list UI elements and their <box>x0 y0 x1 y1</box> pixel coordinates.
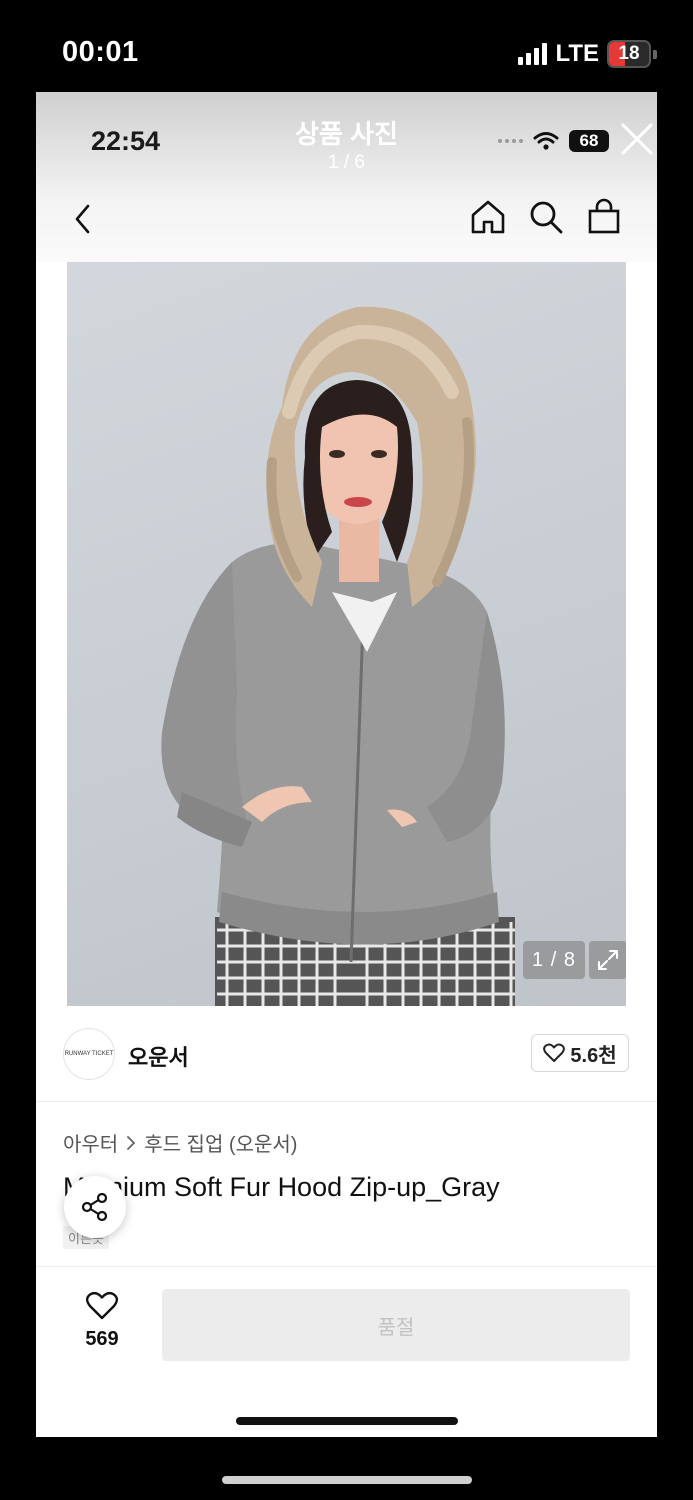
product-photo[interactable]: 1 / 8 <box>67 262 626 1006</box>
signal-icon <box>518 43 548 65</box>
wishlist-count: 569 <box>85 1328 119 1350</box>
soldout-button[interactable]: 품절 <box>162 1289 630 1361</box>
wifi-icon <box>533 132 559 150</box>
breadcrumb-category[interactable]: 아우터 <box>63 1128 118 1157</box>
breadcrumb: 아우터 후드 집업 (오운서) <box>63 1128 297 1157</box>
breadcrumb-subcategory[interactable]: 후드 집업 (오운서) <box>144 1128 297 1157</box>
product-screen: 22:54 상품 사진 1 / 6 68 1 / 8 RUNWAY TICKET… <box>36 92 657 1437</box>
chevron-right-icon <box>127 1135 136 1150</box>
seller-row: RUNWAY TICKET 오운서 5.6천 <box>36 1006 657 1102</box>
seller-name[interactable]: 오운서 <box>128 1040 189 1072</box>
bottom-purchase-bar: 569 품절 <box>36 1266 657 1437</box>
seller-like-count: 5.6천 <box>570 1044 617 1067</box>
shopping-bag-icon[interactable] <box>585 198 623 236</box>
battery-icon: 18 <box>607 40 651 68</box>
app-navbar <box>36 192 657 252</box>
share-icon <box>81 1192 108 1222</box>
outer-status-bar: 00:01 LTE 18 <box>0 0 693 92</box>
close-icon[interactable] <box>620 122 654 156</box>
outer-status-icons: LTE 18 <box>518 38 657 70</box>
viewer-counter: 1 / 6 <box>328 152 365 173</box>
home-indicator <box>236 1417 458 1425</box>
product-photo-image <box>161 306 515 1006</box>
chevron-left-icon[interactable] <box>72 202 94 236</box>
viewer-header: 22:54 상품 사진 1 / 6 68 <box>36 92 657 262</box>
search-icon[interactable] <box>527 198 565 236</box>
photo-counter-badge: 1 / 8 <box>523 941 585 979</box>
inner-status-icons: 68 <box>498 130 609 152</box>
outer-home-indicator <box>222 1476 472 1484</box>
seller-logo[interactable]: RUNWAY TICKET <box>63 1028 115 1080</box>
heart-icon <box>85 1291 119 1320</box>
heart-icon <box>543 1043 566 1062</box>
wishlist-button[interactable]: 569 <box>72 1291 132 1351</box>
seller-like-button[interactable]: 5.6천 <box>531 1034 629 1072</box>
product-title: M nnium Soft Fur Hood Zip-up_Gray <box>63 1172 500 1202</box>
home-icon[interactable] <box>469 198 507 236</box>
network-type: LTE <box>555 40 599 67</box>
signal-dots-icon <box>498 139 523 143</box>
expand-icon <box>598 950 618 970</box>
share-button[interactable] <box>64 1176 126 1238</box>
expand-button[interactable] <box>589 941 626 979</box>
battery-level: 18 <box>618 43 640 64</box>
navbar-actions <box>469 198 623 236</box>
outer-clock: 00:01 <box>62 36 139 68</box>
inner-battery: 68 <box>569 130 609 152</box>
